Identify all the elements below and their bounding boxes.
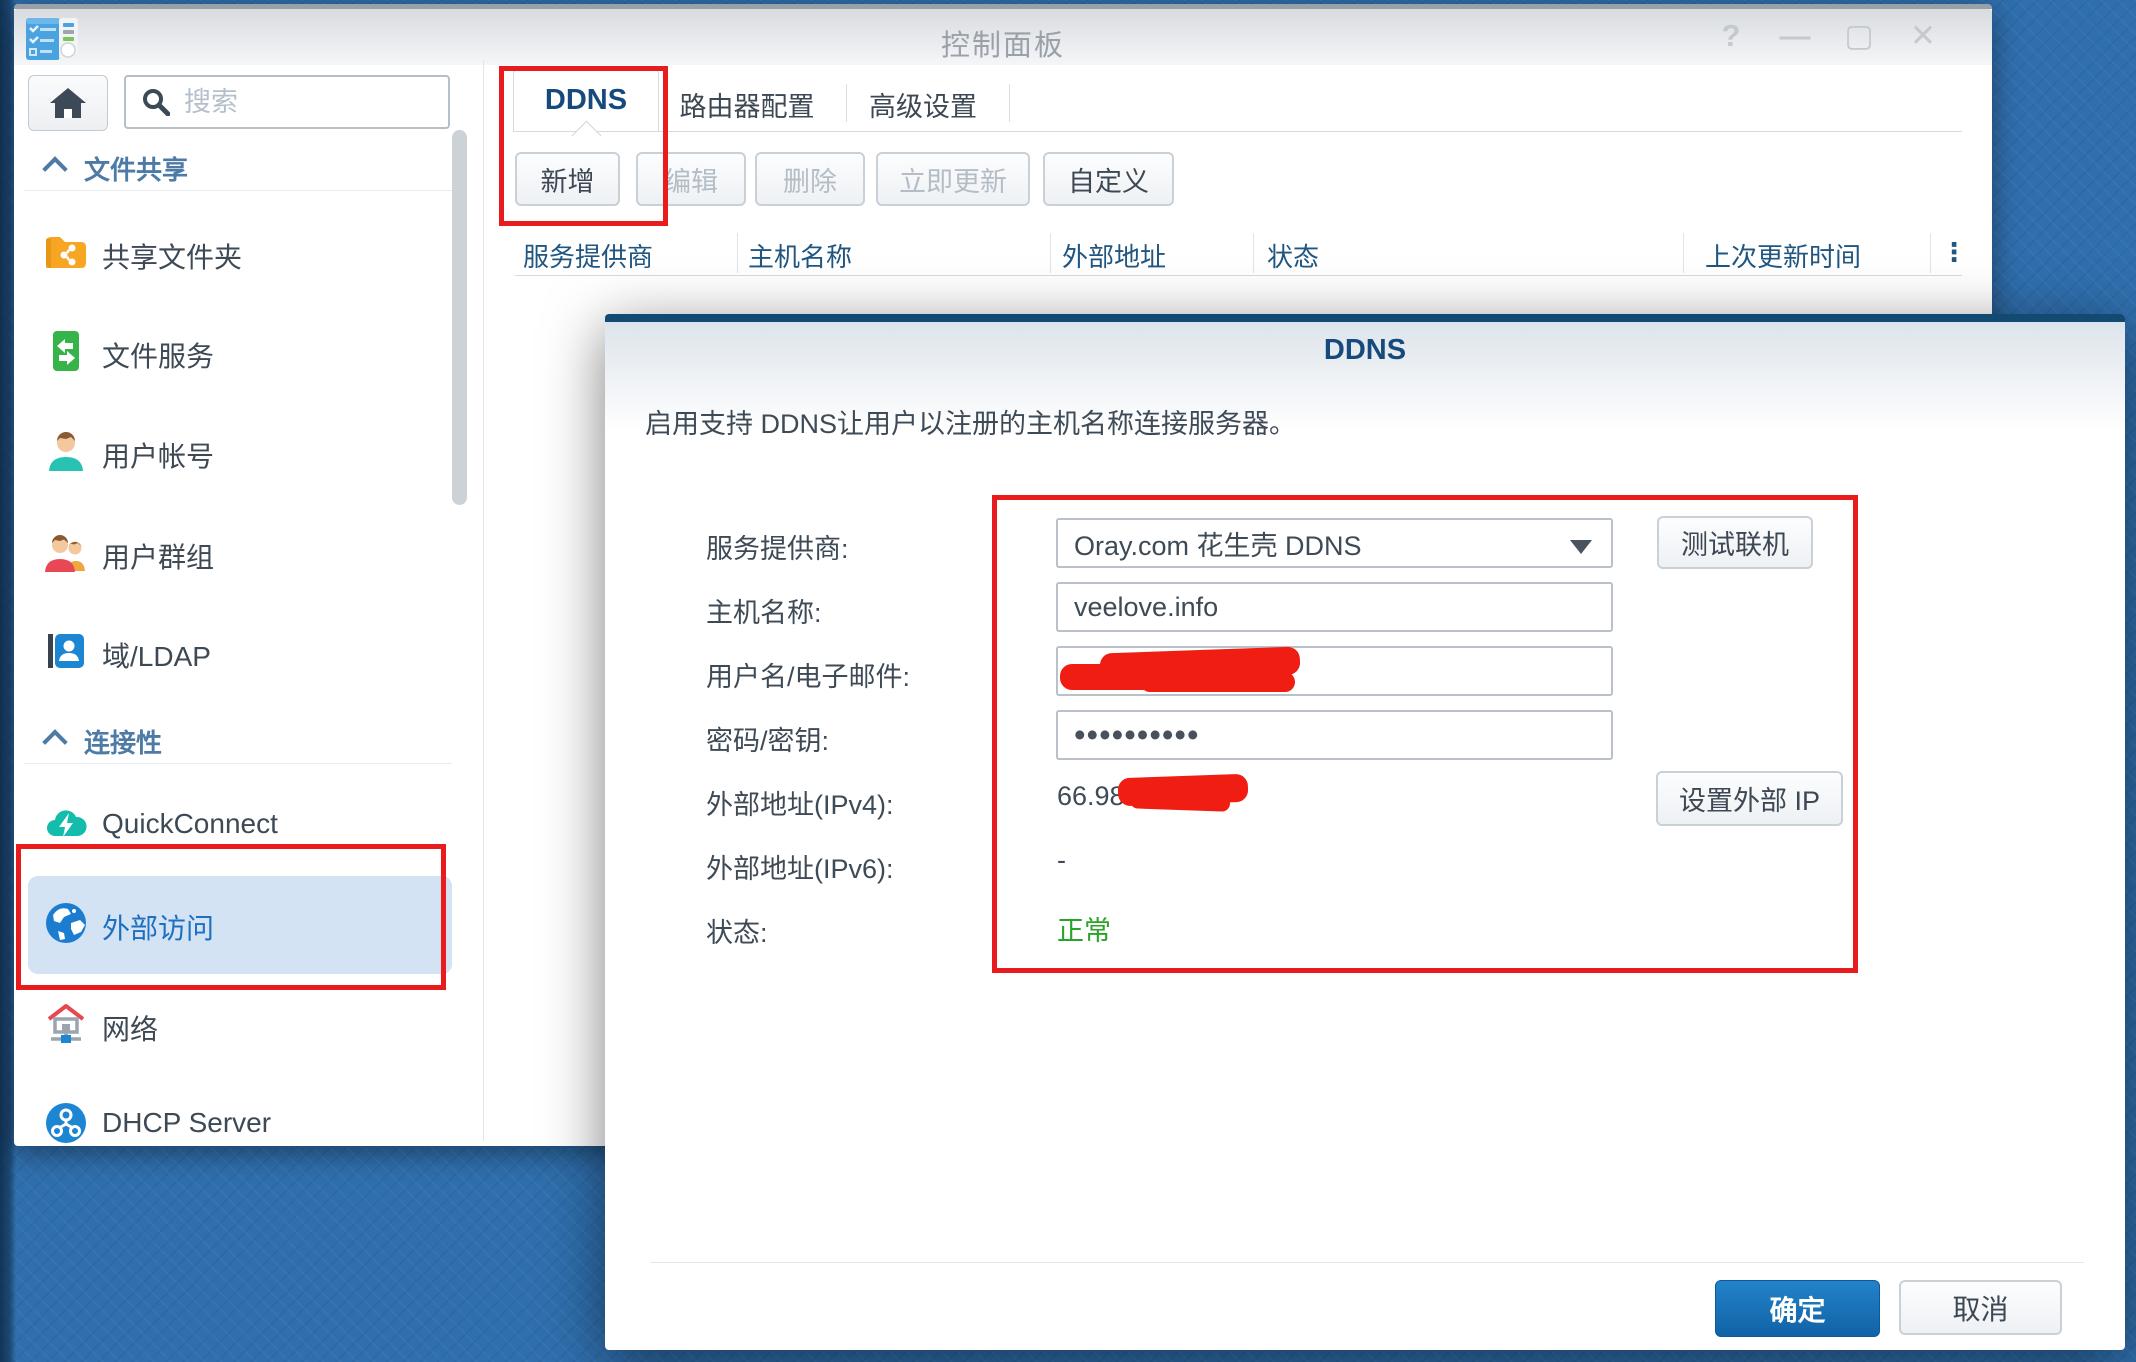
- sidebar-item-label[interactable]: QuickConnect: [102, 808, 278, 840]
- status-label: 状态:: [706, 918, 768, 948]
- sidebar-item-external-access-selected-bg[interactable]: [28, 876, 452, 974]
- provider-select[interactable]: Oray.com 花生壳 DDNS: [1056, 518, 1613, 568]
- search-icon: [143, 89, 170, 116]
- chevron-down-icon: [1570, 540, 1592, 554]
- divider: [24, 763, 452, 764]
- tab-separator: [846, 84, 847, 122]
- column-header-hostname[interactable]: 主机名称: [748, 237, 852, 274]
- set-external-ip-button[interactable]: 设置外部 IP: [1656, 771, 1843, 826]
- quickconnect-icon: [47, 810, 87, 837]
- update-now-button[interactable]: 立即更新: [876, 152, 1030, 206]
- dialog-footer-divider: [650, 1262, 2084, 1263]
- provider-label: 服务提供商:: [706, 534, 849, 564]
- sidebar-item-label[interactable]: 文件服务: [102, 335, 214, 375]
- column-menu-icon[interactable]: ⋮: [1941, 237, 1967, 268]
- password-label: 密码/密钥:: [706, 726, 830, 756]
- minimize-icon[interactable]: —: [1778, 18, 1812, 54]
- sidebar-item-dhcp-server[interactable]: [44, 1101, 88, 1150]
- user-group-icon: [45, 535, 85, 572]
- column-header-last-update[interactable]: 上次更新时间: [1705, 237, 1861, 274]
- password-input[interactable]: ••••••••••: [1056, 710, 1613, 760]
- dhcp-server-icon: [46, 1103, 86, 1143]
- sidebar-item-shared-folder[interactable]: [44, 230, 88, 279]
- dialog-description: 启用支持 DDNS让用户以注册的主机名称连接服务器。: [645, 409, 1297, 439]
- domain-ldap-icon: [48, 634, 84, 668]
- section-header-file-sharing[interactable]: 文件共享: [84, 150, 188, 187]
- sidebar-item-user-account[interactable]: [44, 429, 88, 478]
- username-label: 用户名/电子邮件:: [706, 662, 911, 692]
- tab-label: DDNS: [544, 84, 628, 116]
- sidebar-item-external-access[interactable]: [44, 901, 88, 950]
- user-account-icon: [49, 432, 83, 471]
- tab-strip-line: [513, 131, 1962, 132]
- status-value: 正常: [1057, 916, 1111, 946]
- column-divider: [1930, 233, 1931, 273]
- table-header-border: [515, 275, 1962, 276]
- shared-folder-icon: [46, 237, 86, 268]
- close-icon[interactable]: ✕: [1906, 18, 1940, 54]
- column-header-status[interactable]: 状态: [1267, 237, 1319, 274]
- sidebar-item-label[interactable]: 用户群组: [102, 536, 214, 576]
- sidebar-item-domain-ldap[interactable]: [44, 629, 88, 678]
- file-services-icon: [53, 331, 79, 371]
- ok-button[interactable]: 确定: [1715, 1280, 1880, 1337]
- help-icon[interactable]: ?: [1714, 18, 1748, 54]
- sidebar-item-label[interactable]: 用户帐号: [102, 435, 214, 475]
- home-button[interactable]: [28, 75, 108, 131]
- dialog-title: DDNS: [1323, 334, 1407, 366]
- provider-value: Oray.com 花生壳 DDNS: [1074, 530, 1362, 561]
- hostname-label: 主机名称:: [706, 598, 822, 628]
- hostname-input[interactable]: [1056, 582, 1613, 632]
- tab-advanced-settings[interactable]: 高级设置: [868, 85, 978, 124]
- ipv6-value: -: [1057, 845, 1066, 875]
- column-header-external-address[interactable]: 外部地址: [1062, 237, 1166, 274]
- window-title: 控制面板: [940, 30, 1065, 62]
- search-input[interactable]: [182, 85, 426, 119]
- globe-icon: [46, 903, 86, 943]
- sidebar-scrollbar[interactable]: [452, 130, 467, 505]
- sidebar-content-divider: [483, 60, 484, 1141]
- username-redaction-scribble: [1140, 672, 1295, 692]
- ipv4-value: 66.98: [1057, 781, 1125, 811]
- tab-separator: [1009, 84, 1010, 122]
- section-header-connectivity[interactable]: 连接性: [84, 723, 162, 760]
- column-divider: [1683, 233, 1684, 273]
- delete-button[interactable]: 删除: [755, 152, 865, 206]
- tab-router-config[interactable]: 路由器配置: [677, 85, 817, 124]
- home-icon: [50, 88, 86, 118]
- ipv4-label: 外部地址(IPv4):: [706, 790, 894, 820]
- cancel-button[interactable]: 取消: [1899, 1280, 2062, 1335]
- sidebar-item-label[interactable]: 网络: [102, 1008, 158, 1048]
- sidebar-item-label[interactable]: 共享文件夹: [102, 236, 242, 276]
- sidebar-item-label[interactable]: 域/LDAP: [102, 635, 211, 675]
- column-divider: [737, 233, 738, 273]
- control-panel-app-icon: [26, 18, 78, 60]
- password-dots: ••••••••••: [1074, 716, 1200, 753]
- test-connection-button[interactable]: 测试联机: [1657, 516, 1813, 569]
- add-button[interactable]: 新增: [515, 152, 620, 206]
- sidebar-item-quickconnect[interactable]: [44, 802, 88, 851]
- sidebar-item-user-group[interactable]: [44, 530, 88, 579]
- sidebar-item-label[interactable]: DHCP Server: [102, 1107, 271, 1139]
- ipv6-label: 外部地址(IPv6):: [706, 854, 894, 884]
- customize-button[interactable]: 自定义: [1043, 152, 1174, 206]
- search-box[interactable]: [124, 75, 450, 129]
- sidebar-item-network[interactable]: [44, 1002, 88, 1051]
- sidebar-item-label[interactable]: 外部访问: [102, 907, 214, 947]
- edit-button[interactable]: 编辑: [636, 152, 746, 206]
- column-divider: [1253, 233, 1254, 273]
- ddns-dialog: [605, 314, 2125, 1350]
- network-icon: [47, 1004, 85, 1043]
- divider: [24, 190, 452, 191]
- column-header-provider[interactable]: 服务提供商: [523, 237, 653, 274]
- column-divider: [1050, 233, 1051, 273]
- dialog-top-bar: [605, 314, 2125, 322]
- sidebar-item-file-services[interactable]: [44, 329, 88, 378]
- maximize-icon[interactable]: ▢: [1842, 18, 1876, 54]
